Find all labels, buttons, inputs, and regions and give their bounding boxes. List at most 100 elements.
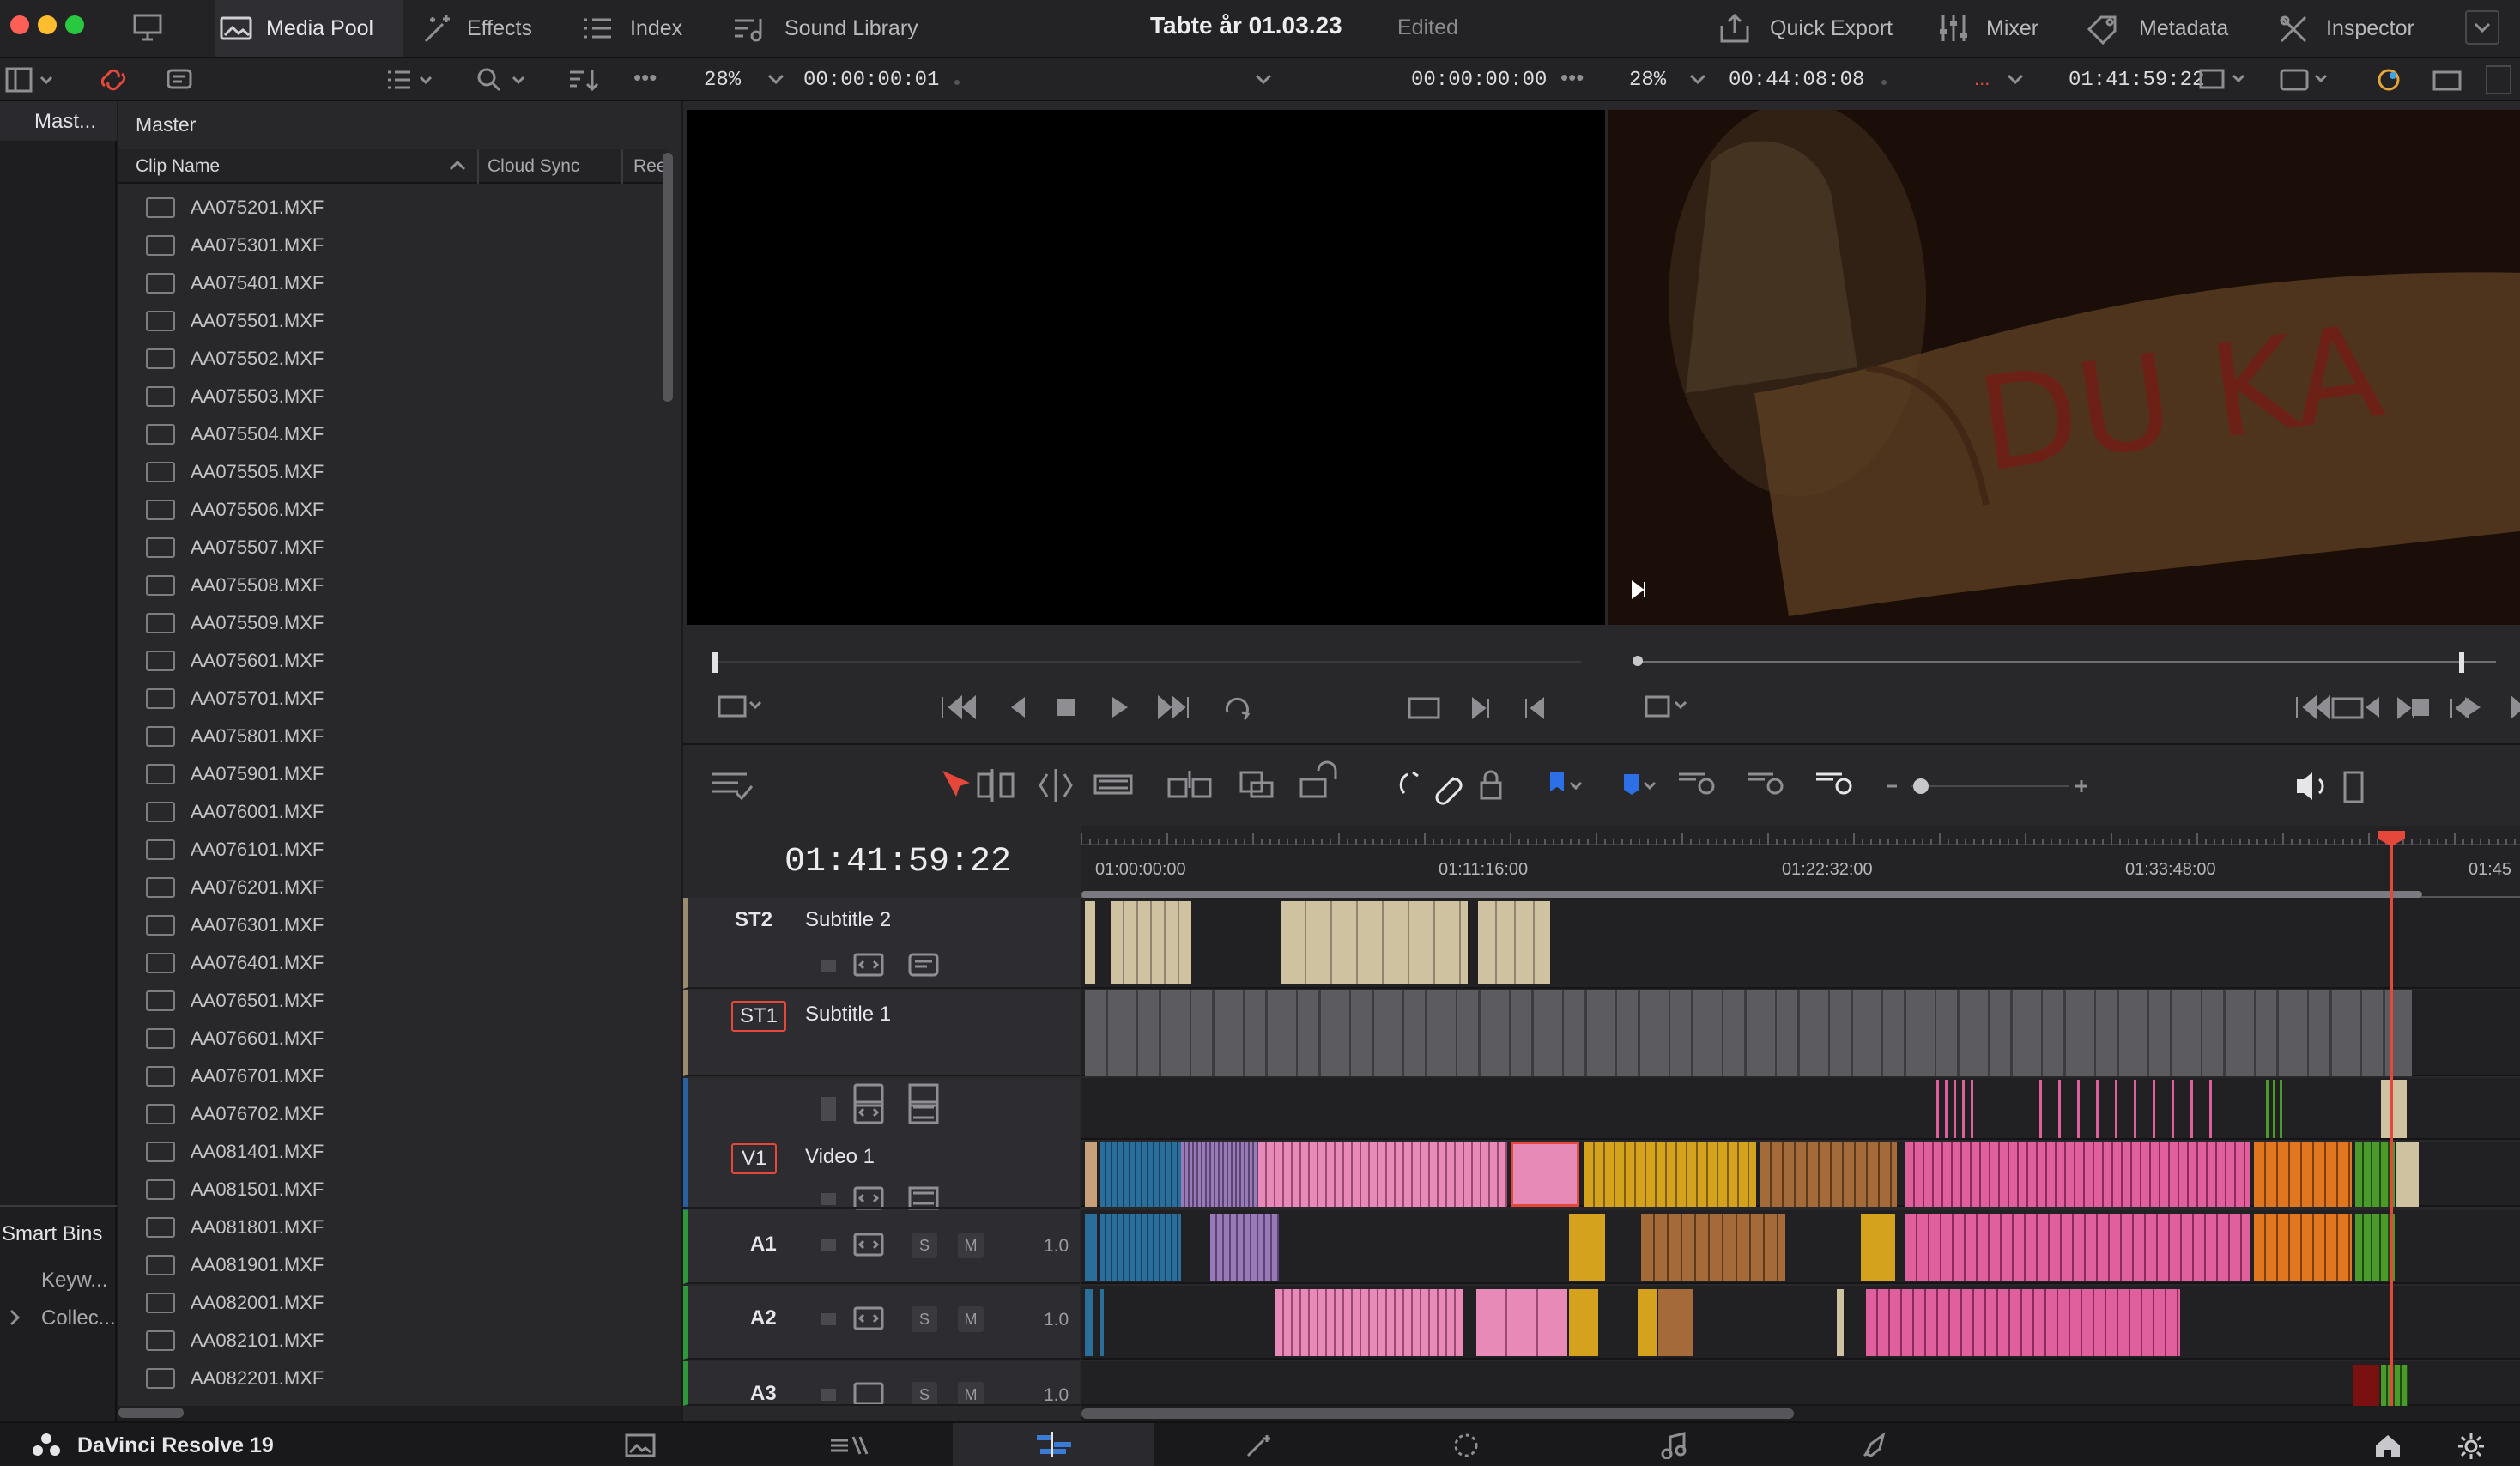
video-clip-group[interactable] xyxy=(2266,1080,2283,1138)
audio-clip-group[interactable] xyxy=(1866,1289,2180,1356)
audio-clip[interactable] xyxy=(1569,1289,1598,1356)
clip-row[interactable]: AA075504.MXF xyxy=(118,415,633,453)
timeline-zoom[interactable]: 28% xyxy=(1629,69,1666,92)
hq-proxy-icon[interactable] xyxy=(2280,67,2335,93)
lock-icon[interactable] xyxy=(821,1313,836,1325)
column-cloud-sync[interactable]: Cloud Sync xyxy=(488,156,579,177)
timeline-ruler[interactable]: 01:00:00:00 01:11:16:00 01:22:32:00 01:3… xyxy=(1081,826,2520,898)
audio-clip-group[interactable] xyxy=(2254,1214,2352,1281)
play-reverse-icon[interactable] xyxy=(1011,697,1025,718)
audio-clip[interactable] xyxy=(1100,1289,1104,1356)
metadata-view-icon[interactable] xyxy=(165,65,196,94)
clip-row[interactable]: AA075506.MXF xyxy=(118,491,633,529)
clip-row[interactable]: AA075503.MXF xyxy=(118,378,633,415)
subtitle-clip[interactable] xyxy=(1478,901,1550,984)
smart-bin-collections[interactable]: Collec... xyxy=(41,1306,116,1330)
track-name-st1[interactable]: Subtitle 1 xyxy=(805,1003,891,1027)
clip-row[interactable]: AA076501.MXF xyxy=(118,982,633,1020)
lock-icon[interactable] xyxy=(821,960,836,972)
clip-row[interactable]: AA075701.MXF xyxy=(118,680,633,718)
clip-row[interactable]: AA075508.MXF xyxy=(118,566,633,604)
media-page-icon[interactable] xyxy=(623,1433,657,1457)
audio-clip-group[interactable] xyxy=(1100,1214,1181,1281)
minimize-window-button[interactable] xyxy=(38,15,57,34)
effects-tab[interactable]: Effects xyxy=(421,12,532,45)
clip-row[interactable]: AA081401.MXF xyxy=(118,1133,633,1171)
replace-clip-icon[interactable] xyxy=(1299,760,1337,798)
chevron-down-icon[interactable] xyxy=(1253,70,1274,88)
audio-clip[interactable] xyxy=(1837,1289,1844,1356)
lock-icon[interactable] xyxy=(821,1109,836,1121)
video-clip-group[interactable] xyxy=(1936,1080,1979,1138)
selection-arrow-icon[interactable] xyxy=(942,771,970,797)
home-icon[interactable] xyxy=(2372,1432,2403,1459)
subtitle-clip[interactable] xyxy=(1111,901,1191,984)
sound-library-tab[interactable]: Sound Library xyxy=(731,12,918,45)
close-window-button[interactable] xyxy=(10,15,29,34)
clip-row[interactable]: AA075401.MXF xyxy=(118,264,633,302)
clip-list-scrollbar[interactable] xyxy=(663,153,673,402)
audio-clip-group[interactable] xyxy=(1905,1214,2250,1281)
video-clip[interactable] xyxy=(1085,1142,1097,1207)
chevron-down-icon[interactable] xyxy=(1687,70,1708,88)
subtitle-clip[interactable] xyxy=(1085,901,1095,984)
auto-select-icon[interactable] xyxy=(853,1233,884,1257)
audio-clip[interactable] xyxy=(1638,1289,1657,1356)
column-reel[interactable]: Ree xyxy=(633,156,667,177)
source-zoom[interactable]: 28% xyxy=(704,69,741,92)
linked-selection-icon[interactable] xyxy=(1435,776,1463,805)
timeline-viewer[interactable]: DU KA xyxy=(1608,110,2520,625)
clip-row[interactable]: AA075801.MXF xyxy=(118,718,633,755)
solo-button-a2[interactable]: S xyxy=(912,1306,937,1332)
inspector-tab[interactable]: Inspector xyxy=(2276,12,2414,45)
auto-select-icon[interactable] xyxy=(853,1186,884,1210)
source-scrubber[interactable] xyxy=(712,652,1581,673)
subtitle-clip[interactable] xyxy=(1281,901,1468,984)
auto-select-icon[interactable] xyxy=(853,1382,884,1404)
skip-to-start-icon[interactable] xyxy=(2296,694,2330,720)
video-clip-group[interactable] xyxy=(1258,1142,1507,1207)
mute-button-a2[interactable]: M xyxy=(958,1306,984,1332)
sort-ascending-icon[interactable] xyxy=(448,158,467,173)
track-lane-v2[interactable] xyxy=(1081,1078,2520,1140)
play-icon[interactable] xyxy=(1112,697,1128,718)
sort-icon[interactable] xyxy=(566,67,601,93)
flag-icon[interactable] xyxy=(1550,772,1583,791)
lock-icon[interactable] xyxy=(821,1193,836,1205)
horizontal-scrollbar[interactable] xyxy=(118,1408,184,1418)
color-viewer-icon[interactable] xyxy=(2374,65,2403,94)
clip-row[interactable]: AA075501.MXF xyxy=(118,302,633,340)
source-viewer[interactable] xyxy=(687,110,1605,625)
auto-select-icon[interactable] xyxy=(853,1306,884,1330)
lock-icon[interactable] xyxy=(821,1389,836,1401)
audio-clip[interactable] xyxy=(1861,1214,1895,1281)
viewer-format-icon[interactable] xyxy=(2199,67,2250,93)
clip-row[interactable]: AA076701.MXF xyxy=(118,1057,633,1095)
clip-row[interactable]: AA076401.MXF xyxy=(118,944,633,982)
zoom-slider[interactable] xyxy=(1911,778,2069,794)
subtitle-caption-icon[interactable] xyxy=(908,953,939,977)
clip-row[interactable]: AA075301.MXF xyxy=(118,227,633,264)
track-lane-a3[interactable] xyxy=(1081,1361,2520,1406)
auto-select-icon[interactable] xyxy=(853,1100,884,1124)
video-disable-icon[interactable] xyxy=(908,1186,939,1210)
audio-clip[interactable] xyxy=(1569,1214,1605,1281)
fusion-page-icon[interactable] xyxy=(1243,1433,1277,1459)
clip-row[interactable]: AA076101.MXF xyxy=(118,831,633,869)
mark-in-icon[interactable] xyxy=(2450,696,2469,720)
auto-select-icon[interactable] xyxy=(853,953,884,977)
color-page-icon[interactable] xyxy=(1451,1432,1481,1459)
column-clip-name[interactable]: Clip Name xyxy=(136,156,220,177)
audio-clip-group[interactable] xyxy=(1275,1289,1463,1356)
mute-button-a3[interactable]: M xyxy=(958,1382,984,1404)
clip-row[interactable]: AA075507.MXF xyxy=(118,529,633,566)
clip-row[interactable]: AA082201.MXF xyxy=(118,1360,633,1397)
clip-row[interactable]: AA075201.MXF xyxy=(118,189,633,227)
track-view-icon[interactable] xyxy=(908,1100,939,1124)
marker-icon[interactable] xyxy=(1624,774,1657,795)
deliver-page-icon[interactable] xyxy=(1861,1432,1892,1459)
zoom-detail-icon[interactable] xyxy=(1748,772,1784,795)
quick-export-button[interactable]: Quick Export xyxy=(1717,12,1893,45)
mark-out-icon[interactable] xyxy=(1472,696,1489,720)
viewer-format-menu-icon[interactable] xyxy=(1643,694,1691,719)
